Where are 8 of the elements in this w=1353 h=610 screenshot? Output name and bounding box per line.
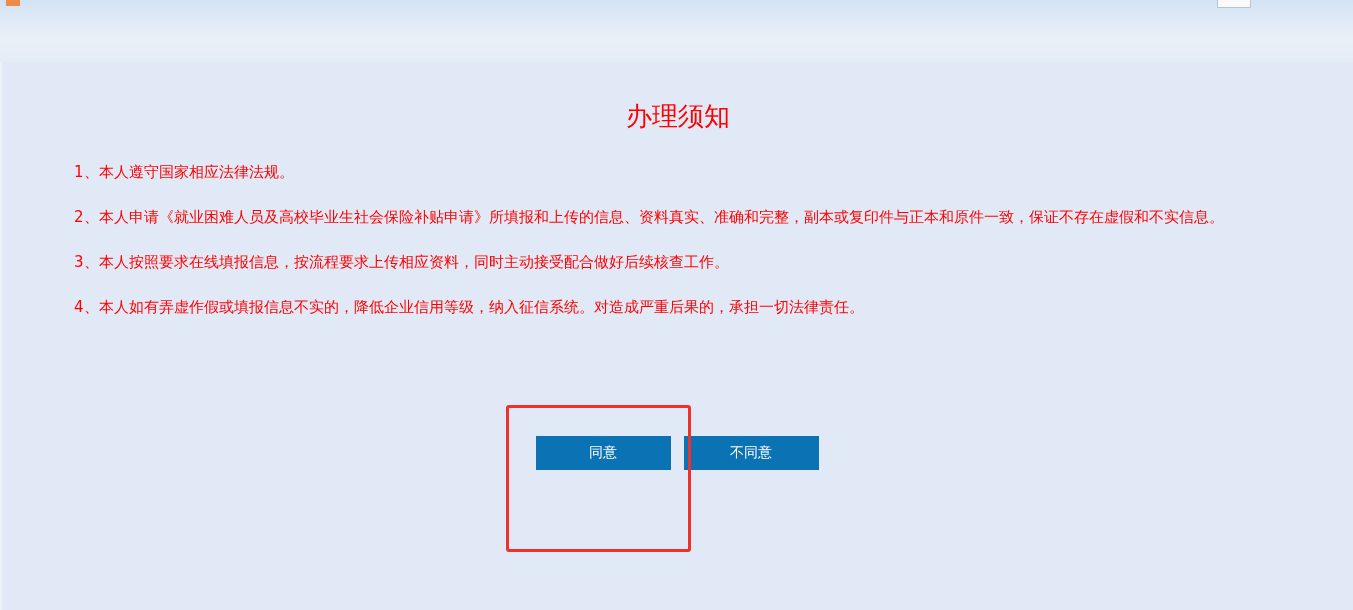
notice-item: 3、本人按照要求在线填报信息，按流程要求上传相应资料，同时主动接受配合做好后续核查工作。 (73, 252, 730, 273)
notice-item: 2、本人申请《就业困难人员及高校毕业生社会保险补贴申请》所填报和上传的信息、资料真实、准确和完整，副本或复印件与正本和原件一致，保证不存在虚假和不实信息。 (73, 207, 1225, 228)
notice-item: 1、本人遵守国家相应法律法规。 (73, 162, 295, 183)
notice-item: 4、本人如有弄虚作假或填报信息不实的，降低企业信用等级，纳入征信系统。对造成严重后果的，承担一切法律责任。 (73, 297, 865, 318)
notice-title: 办理须知 (624, 100, 731, 133)
header-button[interactable] (1217, 0, 1251, 8)
disagree-button[interactable]: 不同意 (683, 436, 819, 470)
agree-button[interactable]: 同意 (535, 436, 671, 470)
